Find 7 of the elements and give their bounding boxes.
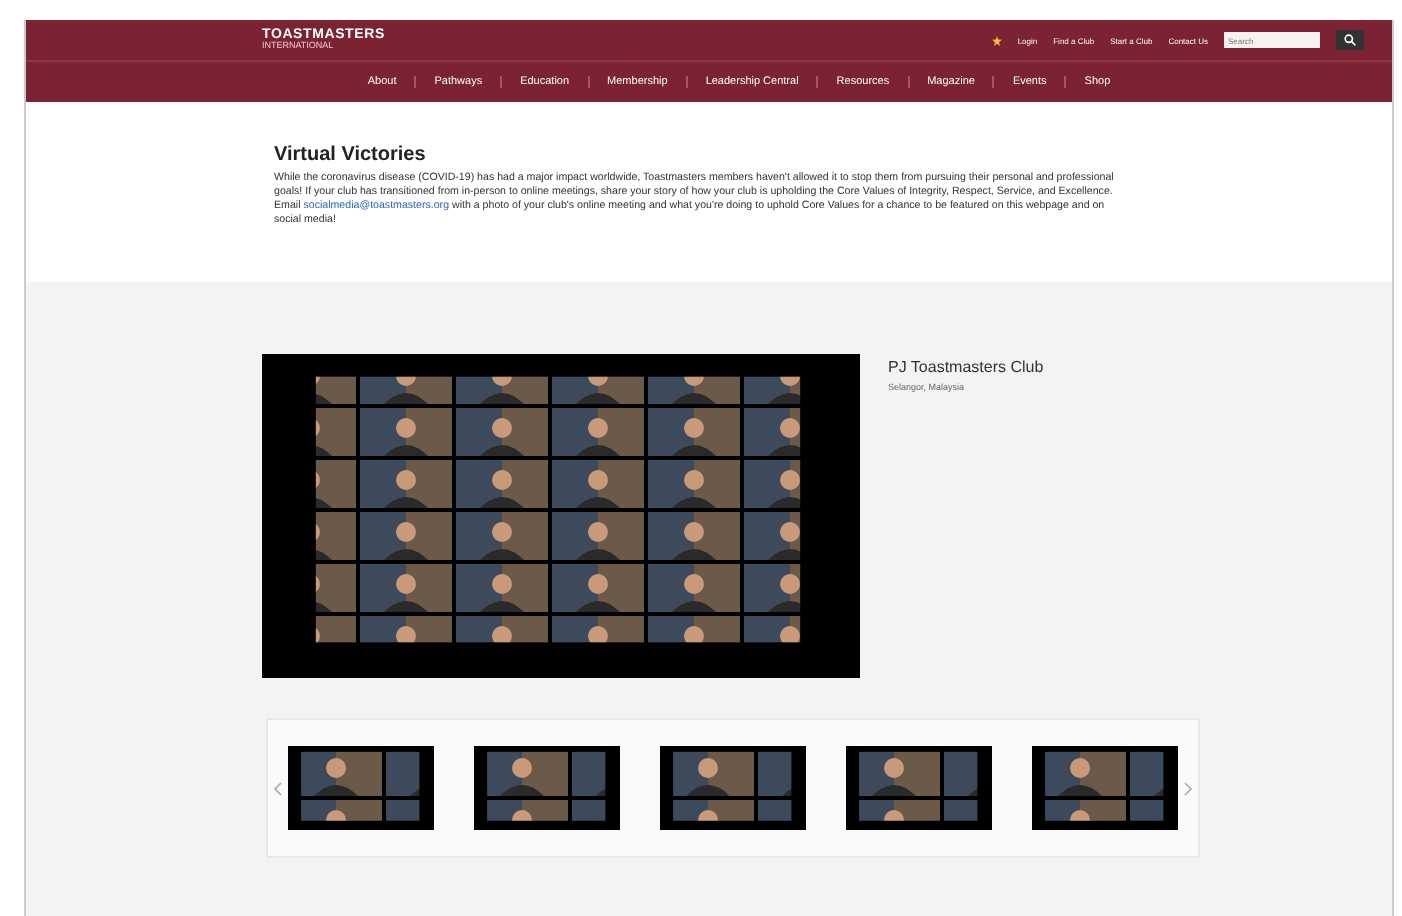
search-icon: [1344, 34, 1356, 46]
chevron-right-icon[interactable]: [1184, 781, 1192, 795]
article-title: Virtual Victories: [274, 144, 428, 166]
club-name: PJ Toastmasters Club: [888, 358, 1044, 376]
star-icon: [991, 35, 1002, 45]
search-button[interactable]: [1336, 30, 1364, 50]
chevron-left-icon[interactable]: [274, 781, 282, 795]
